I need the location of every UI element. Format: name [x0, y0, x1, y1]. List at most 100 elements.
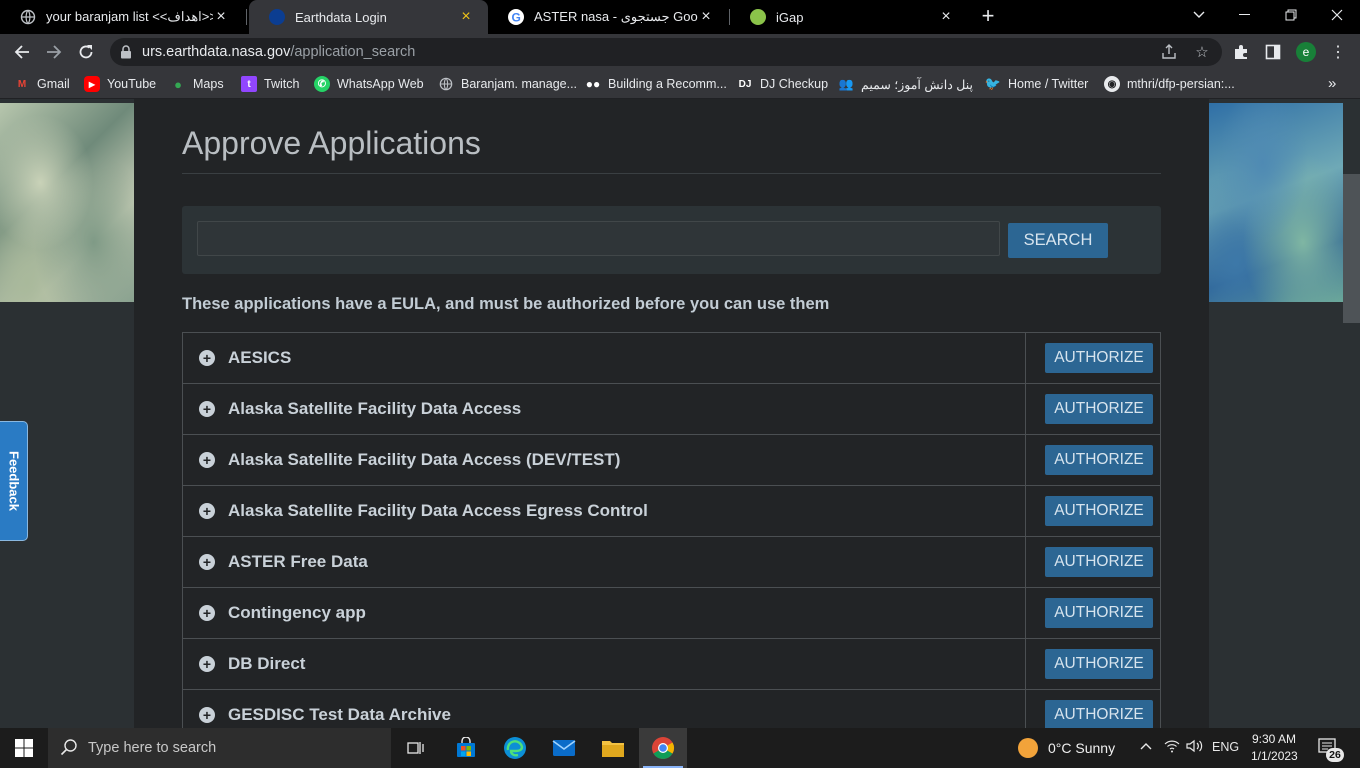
file-explorer-icon[interactable]: [589, 728, 637, 768]
plus-circle-icon[interactable]: +: [199, 452, 215, 468]
authorize-button[interactable]: AUTHORIZE: [1045, 394, 1153, 424]
show-hidden-icons-chevron-icon[interactable]: [1140, 739, 1152, 754]
scrollbar-thumb[interactable]: [1343, 174, 1360, 323]
feedback-tab[interactable]: Feedback: [0, 421, 28, 541]
weather-text[interactable]: 0°C Sunny: [1048, 740, 1115, 756]
authorize-button[interactable]: AUTHORIZE: [1045, 700, 1153, 728]
bookmark-youtube[interactable]: ▶ YouTube: [84, 76, 156, 92]
clock-time[interactable]: 9:30 AM: [1252, 732, 1296, 746]
taskbar-search-box[interactable]: Type here to search: [48, 728, 391, 768]
app-name[interactable]: AESICS: [228, 348, 291, 368]
clock-date[interactable]: 1/1/2023: [1251, 749, 1298, 763]
bookmark-baranjam[interactable]: Baranjam. manage...: [438, 76, 577, 92]
medium-icon: ●●: [585, 77, 601, 91]
tab-aster-google[interactable]: G ASTER nasa - جستجوی Google ×: [488, 0, 728, 34]
app-name[interactable]: Alaska Satellite Facility Data Access: [228, 399, 521, 419]
close-tab-icon[interactable]: ×: [458, 9, 474, 25]
browser-toolbar: urs.earthdata.nasa.gov/application_searc…: [0, 34, 1360, 70]
tab-igap[interactable]: iGap ×: [730, 0, 968, 34]
table-row: + AESICS AUTHORIZE: [182, 332, 1161, 384]
close-tab-icon[interactable]: ×: [938, 9, 954, 25]
mail-icon[interactable]: [540, 728, 588, 768]
table-row: + ASTER Free Data AUTHORIZE: [182, 537, 1161, 588]
search-input[interactable]: [197, 221, 1000, 256]
microsoft-store-icon[interactable]: [442, 728, 490, 768]
bookmark-medium[interactable]: ●● Building a Recomm...: [585, 76, 727, 92]
volume-icon[interactable]: [1186, 739, 1204, 756]
search-button[interactable]: SEARCH: [1008, 223, 1108, 258]
share-icon[interactable]: [1160, 43, 1178, 61]
table-row: + Contingency app AUTHORIZE: [182, 588, 1161, 639]
app-name[interactable]: Alaska Satellite Facility Data Access Eg…: [228, 501, 648, 521]
bookmark-twitter[interactable]: 🐦 Home / Twitter: [985, 76, 1088, 92]
lock-icon[interactable]: [120, 45, 132, 64]
plus-circle-icon[interactable]: +: [199, 656, 215, 672]
authorize-button[interactable]: AUTHORIZE: [1045, 445, 1153, 475]
app-name[interactable]: Alaska Satellite Facility Data Access (D…: [228, 450, 620, 470]
bookmark-label: WhatsApp Web: [337, 77, 424, 91]
app-name[interactable]: ASTER Free Data: [228, 552, 368, 572]
feedback-label: Feedback: [6, 451, 22, 511]
windows-start-icon[interactable]: [0, 728, 48, 768]
forward-arrow-icon[interactable]: [42, 40, 66, 64]
plus-circle-icon[interactable]: +: [199, 401, 215, 417]
profile-avatar[interactable]: e: [1296, 42, 1316, 62]
dj-icon: DJ: [738, 78, 752, 90]
close-window-button[interactable]: [1314, 0, 1360, 30]
bookmark-star-icon[interactable]: ☆: [1193, 43, 1211, 61]
plus-circle-icon[interactable]: +: [199, 605, 215, 621]
tab-separator: [246, 9, 247, 25]
authorize-button[interactable]: AUTHORIZE: [1045, 649, 1153, 679]
bookmark-gmail[interactable]: M Gmail: [14, 76, 70, 92]
close-tab-icon[interactable]: ×: [698, 9, 714, 25]
authorize-button[interactable]: AUTHORIZE: [1045, 547, 1153, 577]
svg-text:G: G: [512, 11, 521, 25]
authorize-button[interactable]: AUTHORIZE: [1045, 598, 1153, 628]
tab-baranjam[interactable]: your baranjam list <<اهداف>> ×: [0, 0, 243, 34]
url-path: /application_search: [290, 44, 416, 60]
search-icon: [60, 738, 78, 761]
authorize-button[interactable]: AUTHORIZE: [1045, 343, 1153, 373]
bookmark-samim-panel[interactable]: 👥 پنل دانش آموز؛ سمیم: [838, 76, 974, 92]
address-bar[interactable]: urs.earthdata.nasa.gov/application_searc…: [110, 38, 1222, 66]
wifi-icon[interactable]: [1164, 739, 1180, 756]
menu-dots-icon[interactable]: ⋮: [1327, 41, 1349, 63]
bookmark-whatsapp[interactable]: ✆ WhatsApp Web: [314, 76, 424, 92]
bookmark-dj-checkup[interactable]: DJ DJ Checkup: [737, 76, 829, 92]
extensions-icon[interactable]: [1230, 41, 1252, 63]
bookmark-maps[interactable]: ● Maps: [170, 76, 224, 92]
task-view-icon[interactable]: [392, 728, 440, 768]
edge-browser-icon[interactable]: [491, 728, 539, 768]
bookmark-github[interactable]: ◉ mthri/dfp-persian:...: [1104, 76, 1235, 92]
web-page: Approve Applications SEARCH These applic…: [0, 99, 1360, 728]
side-panel-icon[interactable]: [1262, 41, 1284, 63]
authorize-button[interactable]: AUTHORIZE: [1045, 496, 1153, 526]
google-icon: G: [508, 9, 524, 25]
restore-button[interactable]: [1268, 0, 1314, 30]
chrome-icon[interactable]: [639, 728, 687, 768]
app-name[interactable]: GESDISC Test Data Archive: [228, 705, 451, 725]
more-bookmarks-icon[interactable]: »: [1328, 75, 1336, 92]
app-name[interactable]: DB Direct: [228, 654, 305, 674]
tab-earthdata-login[interactable]: Earthdata Login ×: [249, 0, 488, 34]
reload-icon[interactable]: [74, 40, 98, 64]
bookmark-label: Maps: [193, 77, 224, 91]
plus-circle-icon[interactable]: +: [199, 707, 215, 723]
close-tab-icon[interactable]: ×: [213, 9, 229, 25]
weather-sun-icon[interactable]: [1018, 738, 1038, 758]
plus-circle-icon[interactable]: +: [199, 350, 215, 366]
plus-circle-icon[interactable]: +: [199, 503, 215, 519]
back-arrow-icon[interactable]: [10, 40, 34, 64]
tab-search-chevron-icon[interactable]: [1176, 0, 1222, 30]
bookmark-label: YouTube: [107, 77, 157, 91]
cell-divider: [1025, 486, 1026, 536]
bookmark-twitch[interactable]: t Twitch: [241, 76, 299, 92]
minimize-button[interactable]: [1222, 0, 1268, 30]
plus-circle-icon[interactable]: +: [199, 554, 215, 570]
cell-divider: [1025, 690, 1026, 728]
new-tab-button[interactable]: +: [976, 5, 1000, 29]
satellite-image-right: [1209, 103, 1343, 302]
windows-taskbar: Type here to search 0°C Sunny ENG 9:30 A…: [0, 728, 1360, 768]
language-indicator[interactable]: ENG: [1212, 740, 1239, 754]
app-name[interactable]: Contingency app: [228, 603, 366, 623]
